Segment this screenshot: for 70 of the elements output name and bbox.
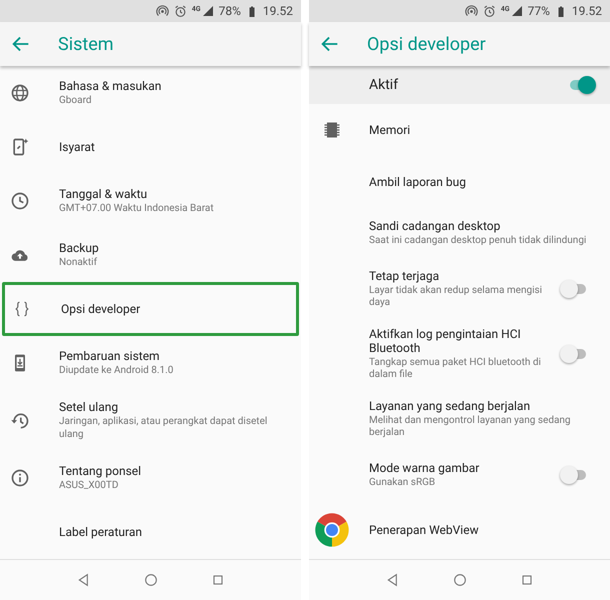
globe-icon — [10, 83, 30, 103]
settings-item[interactable]: Label peraturan — [0, 505, 301, 559]
settings-item[interactable]: Pembaruan sistem Diupdate ke Android 8.1.0 — [0, 336, 301, 390]
item-title: Isyarat — [59, 140, 96, 154]
item-title: Ambil laporan bug — [369, 174, 467, 189]
toggle-switch[interactable] — [560, 344, 588, 364]
battery-percent: 78% — [218, 4, 241, 18]
item-title: Mode warna gambar — [369, 460, 480, 475]
settings-item[interactable]: Penerapan WebView — [309, 500, 610, 559]
item-title: Opsi developer — [61, 302, 142, 316]
alarm-icon — [482, 4, 496, 18]
item-title: Pembaruan sistem — [59, 348, 161, 363]
settings-item[interactable]: Isyarat — [0, 120, 301, 174]
item-summary: Saat ini cadangan desktop penuh tidak dilindungi — [369, 235, 588, 248]
item-title: Setel ulang — [59, 400, 120, 414]
toggle-switch[interactable] — [560, 464, 588, 485]
item-summary: Gunakan sRGB — [369, 476, 436, 490]
settings-item[interactable]: Tentang ponsel ASUS_X00TD — [0, 451, 301, 505]
item-title: Label peraturan — [59, 525, 143, 539]
toggle-switch[interactable] — [560, 279, 588, 300]
settings-item[interactable]: Tetap terjaga Layar tidak akan redup selama mengisi daya — [309, 260, 610, 319]
item-title: Tanggal & waktu — [59, 186, 148, 201]
settings-item[interactable]: Ambil laporan bug — [309, 156, 610, 208]
item-title: Tentang ponsel — [59, 464, 142, 478]
home-icon[interactable] — [142, 572, 158, 588]
signal-icon — [202, 5, 214, 17]
settings-item[interactable]: Bahasa & masukan Gboard — [0, 66, 301, 120]
item-summary: GMT+07.00 Waktu Indonesia Barat — [59, 202, 215, 216]
hotspot-icon — [156, 4, 169, 18]
chip-icon — [322, 120, 342, 140]
history-icon — [10, 410, 30, 430]
signal-icon — [510, 5, 523, 17]
item-summary: Diupdate ke Android 8.1.0 — [59, 364, 174, 378]
clock-time: 19.52 — [262, 4, 293, 18]
item-summary: Tangkap semua paket HCI bluetooth di dalam file — [369, 356, 542, 382]
item-title: Memori — [369, 122, 412, 137]
item-summary: Nonaktif — [59, 256, 98, 270]
highlighted-settings-item[interactable]: Opsi developer — [2, 282, 299, 336]
settings-item[interactable]: Layanan yang sedang berjalan Melihat dan mengontrol layanan yang sedang berjalan — [309, 390, 610, 449]
item-summary: Melihat dan mengontrol layanan yang sedang berjalan — [369, 414, 572, 440]
item-title: Sandi cadangan desktop — [369, 219, 502, 234]
settings-item[interactable]: Memori — [309, 104, 610, 156]
item-title: Layanan yang sedang berjalan — [369, 398, 532, 413]
home-icon[interactable] — [452, 572, 468, 588]
settings-item[interactable]: Sandi cadangan desktop Saat ini cadangan desktop penuh tidak dilindungi — [309, 208, 610, 260]
settings-item[interactable]: Mode warna gambar Gunakan sRGB — [309, 448, 610, 501]
settings-item[interactable]: Backup Nonaktif — [0, 228, 301, 282]
item-title: Aktifkan log pengintaian HCI Bluetooth — [369, 326, 522, 355]
master-switch-label: Aktif — [369, 76, 400, 93]
screen-title: Sistem — [58, 34, 114, 54]
item-title: Tetap terjaga — [369, 268, 440, 283]
item-summary: Layar tidak akan redup selama mengisi daya — [369, 284, 544, 310]
item-title: Bahasa & masukan — [59, 78, 162, 93]
settings-item[interactable]: Tanggal & waktu GMT+07.00 Waktu Indonesia Barat — [0, 174, 301, 228]
toggle-switch[interactable] — [568, 74, 596, 95]
item-summary: ASUS_X00TD — [59, 480, 120, 492]
settings-item[interactable]: Aktifkan log pengintaian HCI Bluetooth Tangkap semua paket HCI bluetooth di dalam file — [309, 318, 610, 390]
settings-item[interactable]: Setel ulang Jaringan, aplikasi, atau perangkat dapat disetel ulang — [0, 390, 301, 451]
clock-icon — [10, 191, 30, 211]
info-icon — [10, 468, 30, 488]
hotspot-icon — [464, 4, 478, 18]
item-title: Backup — [59, 240, 100, 255]
master-switch-row[interactable]: Aktif — [309, 66, 610, 104]
item-summary: Jaringan, aplikasi, atau perangkat dapat disetel ulang — [59, 416, 268, 441]
clock-time: 19.52 — [572, 4, 602, 18]
alarm-icon — [174, 4, 187, 18]
item-summary: Gboard — [59, 94, 93, 108]
item-title: Penerapan WebView — [369, 522, 480, 537]
screen-title: Opsi developer — [367, 34, 486, 54]
battery-percent: 77% — [528, 4, 550, 18]
